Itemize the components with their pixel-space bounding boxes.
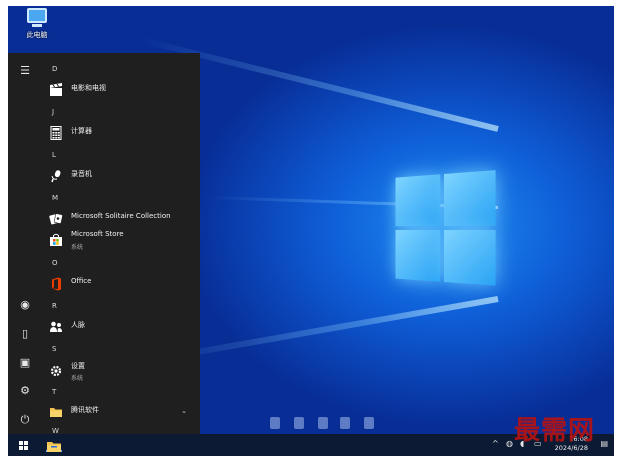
group-header-s[interactable]: S (52, 345, 56, 353)
documents-icon[interactable]: ▯ (16, 326, 34, 342)
gear-icon (50, 365, 62, 377)
microphone-icon (51, 170, 61, 183)
group-header-l[interactable]: L (52, 151, 56, 159)
calculator-icon (50, 126, 62, 140)
dock-item[interactable] (294, 417, 304, 429)
settings-icon[interactable]: ⚙ (16, 383, 34, 399)
windows-start-icon (19, 441, 23, 445)
app-movies-tv[interactable]: 电影和电视 (47, 81, 197, 99)
app-voice-recorder[interactable]: 录音机 (47, 167, 197, 185)
windows-logo (395, 170, 499, 290)
power-icon[interactable]: ⏻ (16, 412, 34, 428)
app-people[interactable]: 人脉 (47, 318, 197, 336)
app-settings[interactable]: 设置 系统 (47, 362, 197, 382)
this-pc-label: 此电脑 (26, 31, 48, 39)
computer-icon (27, 8, 47, 23)
user-avatar-icon[interactable]: ◉ (16, 297, 34, 313)
pictures-icon[interactable]: ▣ (16, 355, 34, 371)
group-header-m[interactable]: M (52, 194, 58, 202)
dock-item[interactable] (318, 417, 328, 429)
store-bag-icon (50, 233, 62, 246)
folder-icon (50, 408, 62, 417)
start-rail: ☰ ◉ ▯ ▣ ⚙ ⏻ (8, 53, 42, 434)
watermark-logo: 最需网 (514, 416, 596, 446)
dock-item[interactable] (364, 417, 374, 429)
app-list: D 电影和电视 J 计算器 L 录音机 M Microsoft Solitair… (42, 53, 200, 435)
start-menu: ☰ ◉ ▯ ▣ ⚙ ⏻ D 电影和电视 J 计算器 L 录音机 M Micros… (8, 53, 200, 435)
screen: 此电脑 ☰ ◉ ▯ ▣ ⚙ ⏻ D 电影和电视 J 计算器 L 录音机 M Mi… (8, 6, 614, 456)
group-header-o[interactable]: O (52, 259, 58, 267)
people-icon (50, 321, 62, 332)
notification-icon[interactable]: ▤ (600, 439, 608, 448)
app-calculator[interactable]: 计算器 (47, 124, 197, 142)
group-header-d[interactable]: D (52, 65, 57, 73)
group-header-j[interactable]: J (52, 108, 54, 116)
app-solitaire[interactable]: Microsoft Solitaire Collection (47, 210, 197, 228)
menu-icon[interactable]: ☰ (16, 63, 34, 79)
app-office[interactable]: Office (47, 275, 197, 293)
network-icon[interactable]: ◍ (506, 439, 513, 448)
dock-item[interactable] (270, 417, 280, 429)
start-button[interactable] (8, 434, 38, 456)
dock-item[interactable] (340, 417, 350, 429)
chevron-down-icon[interactable]: ⌄ (181, 407, 187, 415)
show-hidden-icons-button[interactable]: ^ (492, 439, 499, 448)
group-header-t[interactable]: T (52, 388, 56, 396)
clapperboard-icon (50, 83, 62, 96)
playing-cards-icon (49, 213, 63, 225)
office-icon (52, 277, 61, 291)
app-folder-tencent[interactable]: 腾讯软件 ⌄ (47, 403, 197, 421)
this-pc-desktop-icon[interactable]: 此电脑 (20, 8, 54, 40)
folder-icon (47, 442, 61, 452)
group-header-r[interactable]: R (52, 302, 57, 310)
light-beam (152, 296, 499, 363)
app-microsoft-store[interactable]: Microsoft Store 系统 (47, 230, 197, 251)
file-explorer-button[interactable] (46, 438, 62, 452)
